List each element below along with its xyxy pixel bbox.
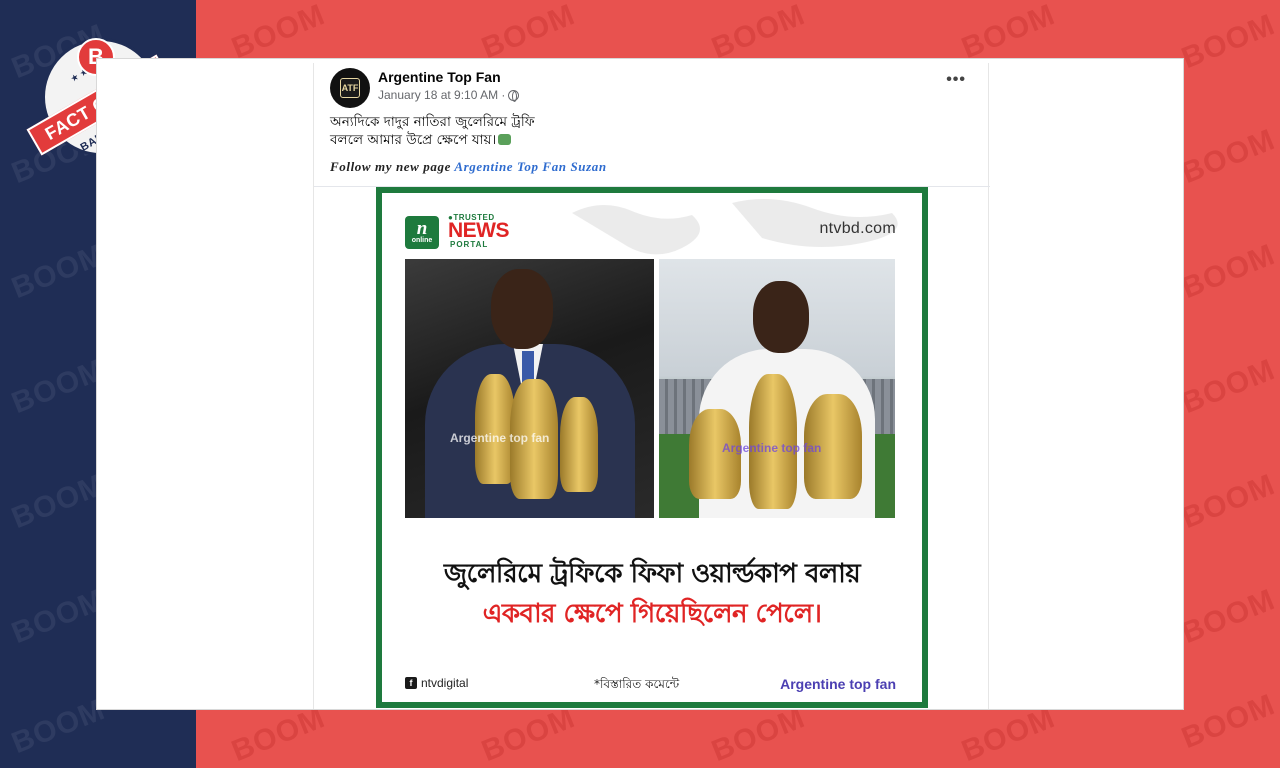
caption-line-text: বললে আমার উপ্রে ক্ষেপে যায়। <box>330 132 497 148</box>
trophy-shape <box>475 374 515 484</box>
footer-detail: *বিস্তারিত কমেন্টে <box>594 677 680 691</box>
avatar-logo: ATF <box>340 78 360 98</box>
caption-line: অন্যদিকে দাদুর নাতিরা জুলেরিমে ট্রফি <box>330 114 535 130</box>
follow-page-link[interactable]: Argentine Top Fan Suzan <box>454 159 606 174</box>
pele-photo-right: Argentine top fan <box>659 259 895 518</box>
money-emoji-icon <box>498 134 512 145</box>
caption-line: বললে আমার উপ্রে ক্ষেপে যায়। <box>330 131 630 149</box>
portal-label: PORTAL <box>450 240 489 249</box>
more-options-button[interactable]: ••• <box>946 71 966 89</box>
follow-line: Follow my new page Argentine Top Fan Suz… <box>330 159 607 175</box>
footer-brand: Argentine top fan <box>780 676 896 692</box>
pele-photo-left: Argentine top fan <box>405 259 654 518</box>
headline-line-2: একবার ক্ষেপে গিয়েছিলেন পেলে। <box>482 599 822 629</box>
post-timestamp[interactable]: January 18 at 9:10 AM · <box>378 88 505 102</box>
facebook-icon: f <box>405 677 417 689</box>
ntv-logo: n online <box>405 216 439 249</box>
globe-icon <box>508 89 520 102</box>
page-name-link[interactable]: Argentine Top Fan <box>378 69 501 85</box>
head-shape <box>753 281 809 353</box>
shared-news-image[interactable]: n online ●TRUSTED NEWS PORTAL ntvbd.com … <box>376 187 928 708</box>
trophy-shape <box>560 397 598 492</box>
headline-line-1: জুলেরিমে ট্রফিকে ফিফা ওয়ার্ল্ডকাপ বলায় <box>443 559 861 589</box>
news-label: NEWS <box>448 219 510 242</box>
ntv-logo-sub: online <box>411 236 433 244</box>
image-watermark: Argentine top fan <box>450 431 550 445</box>
footer-handle-text: ntvdigital <box>421 676 469 690</box>
footer-handle: f ntvdigital <box>405 676 468 690</box>
site-url: ntvbd.com <box>819 220 896 237</box>
ntv-logo-letter: n <box>416 217 428 239</box>
shared-image-canvas: n online ●TRUSTED NEWS PORTAL ntvbd.com … <box>382 193 922 702</box>
head-shape <box>491 269 553 349</box>
post-caption: অন্যদিকে দাদুর নাতিরা জুলেরিমে ট্রফি বলল… <box>330 113 630 149</box>
post-meta: January 18 at 9:10 AM · <box>378 88 520 102</box>
image-watermark: Argentine top fan <box>722 441 822 455</box>
page-avatar[interactable]: ATF <box>330 68 370 108</box>
follow-prefix: Follow my new page <box>330 159 451 174</box>
avatar-logo-text: ATF <box>341 83 359 93</box>
